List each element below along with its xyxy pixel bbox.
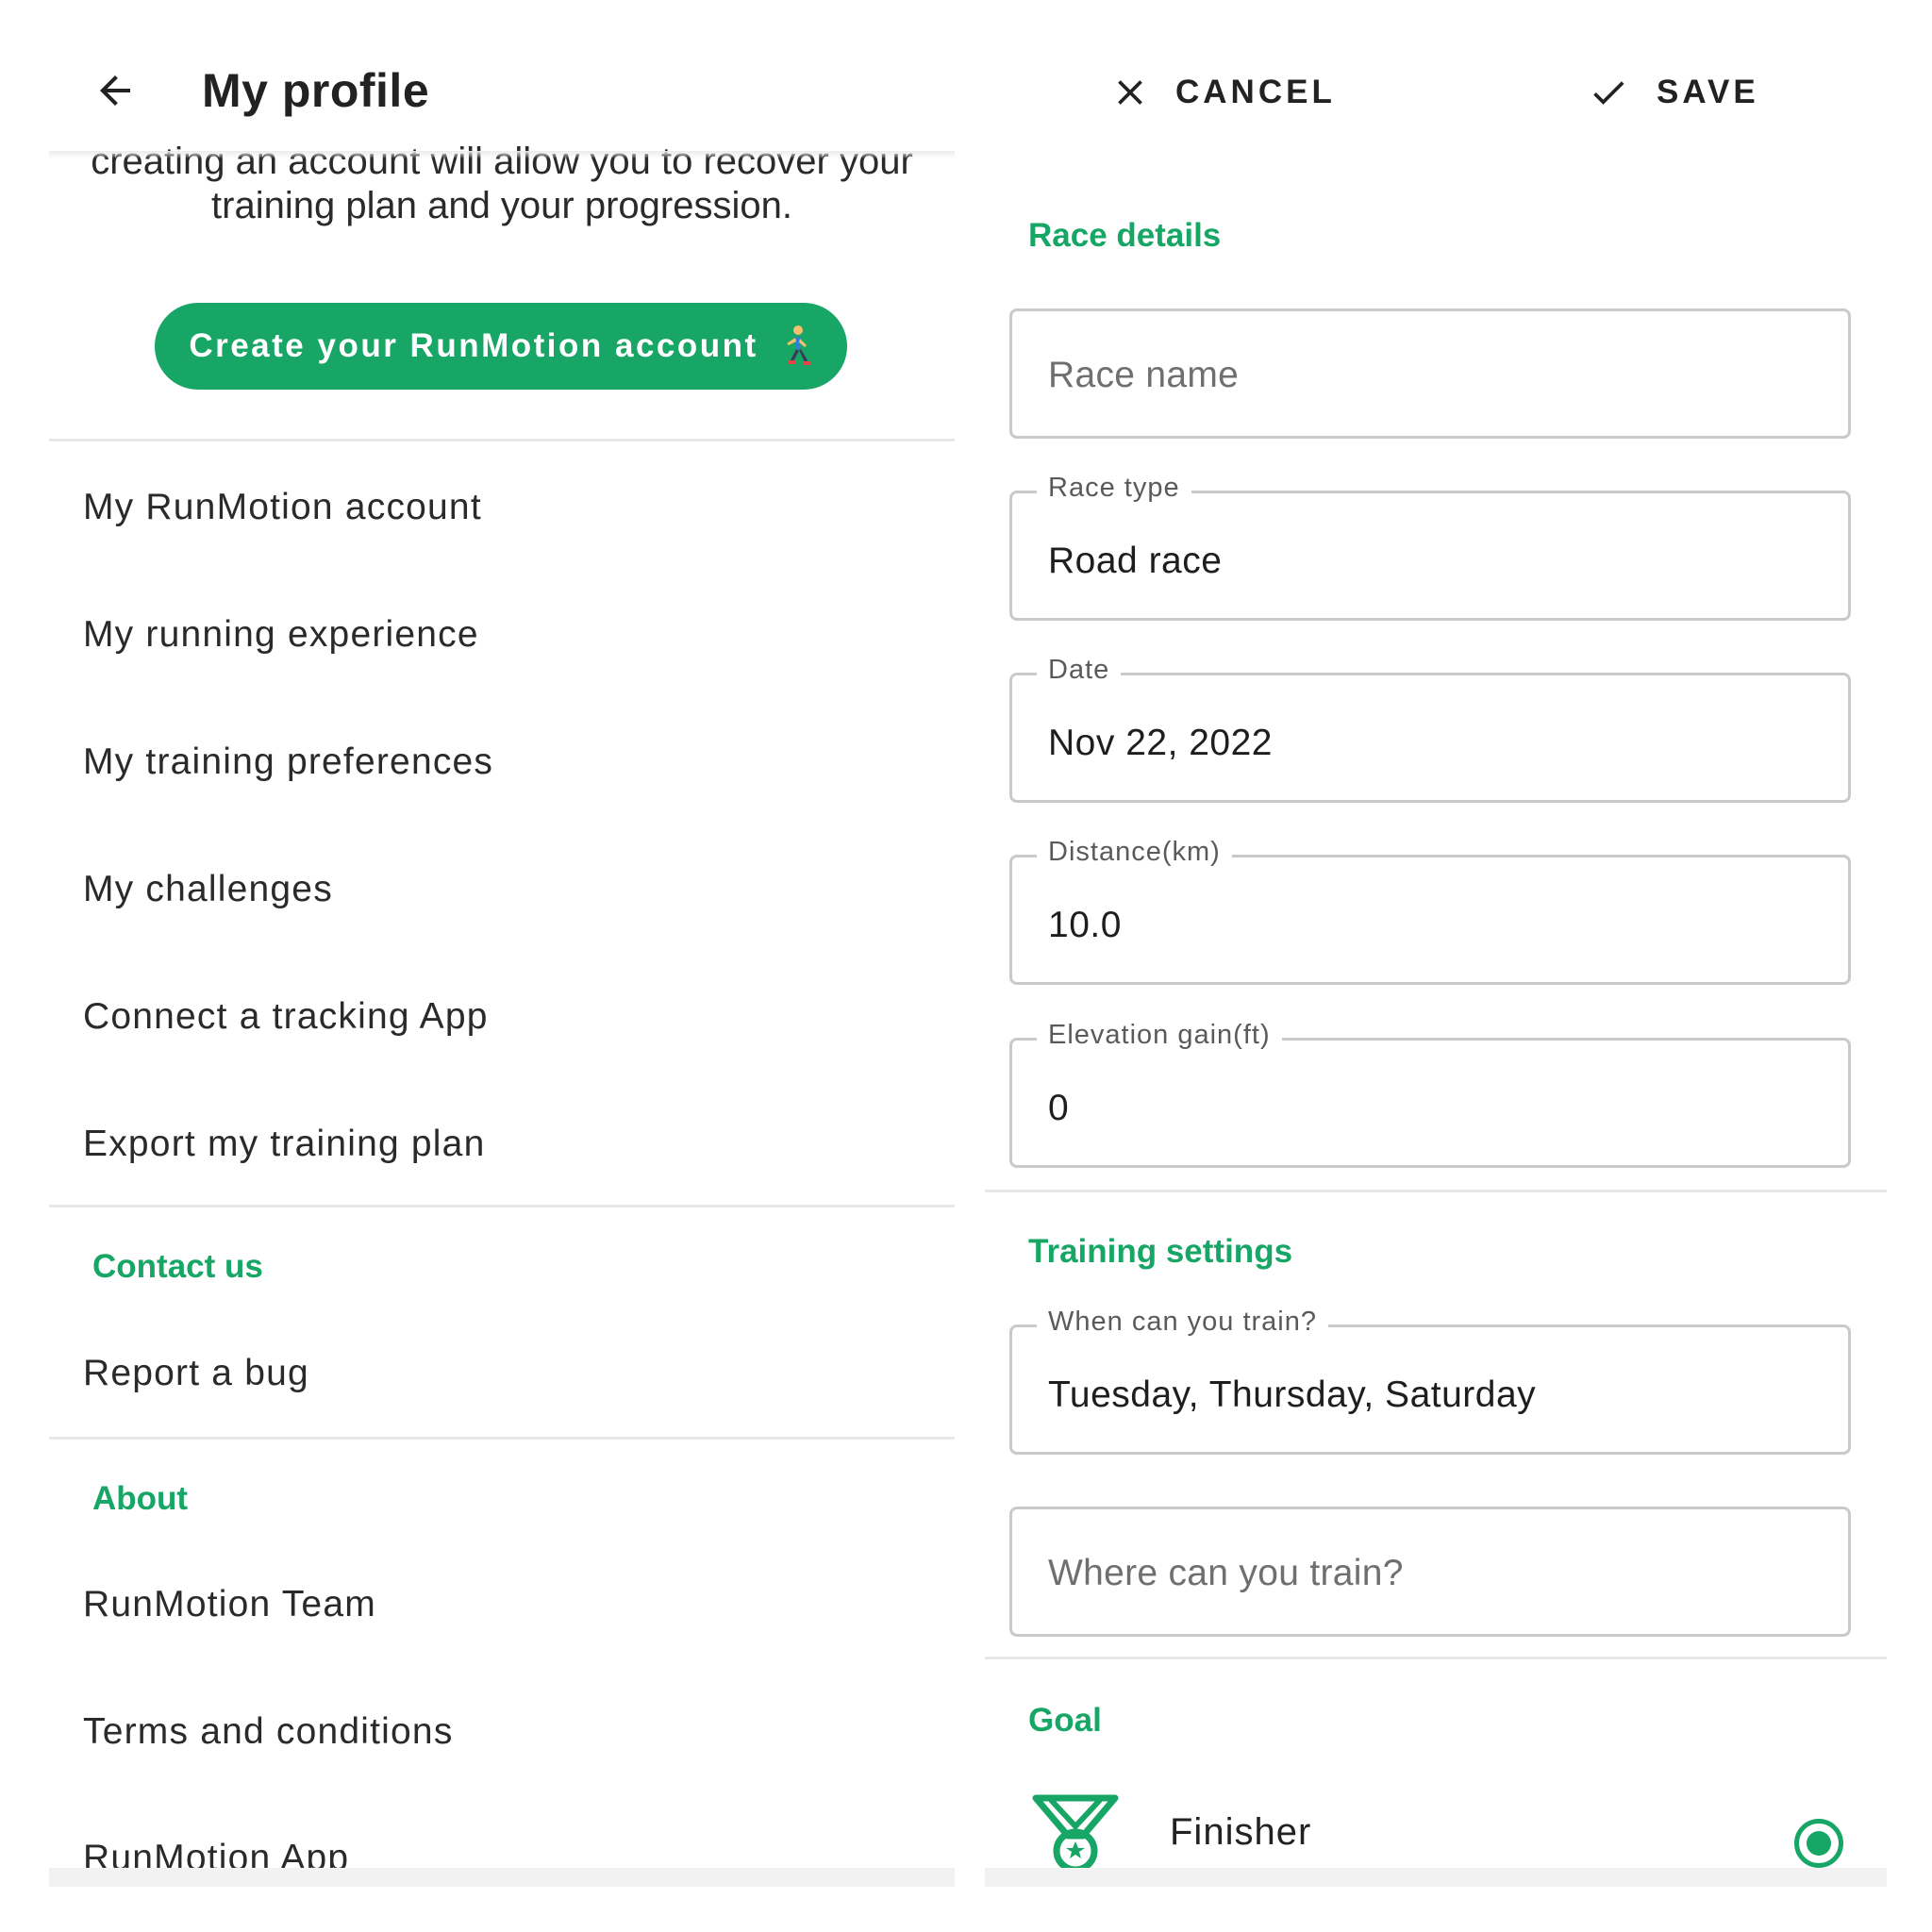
divider [49,1437,955,1440]
goal-heading: Goal [1028,1702,1102,1739]
menu-item-runmotion-account[interactable]: My RunMotion account [83,462,932,553]
elevation-gain-value: 0 [1048,1088,1070,1128]
race-name-placeholder: Race name [1048,355,1240,395]
when-train-field[interactable]: When can you train? Tuesday, Thursday, S… [1009,1307,1851,1455]
menu-item-challenges[interactable]: My challenges [83,844,932,935]
divider [49,1205,955,1208]
save-button[interactable]: SAVE [1585,57,1759,128]
menu-item-terms-conditions[interactable]: Terms and conditions [83,1687,932,1777]
date-field[interactable]: Date Nov 22, 2022 [1009,655,1851,803]
create-account-button[interactable]: Create your RunMotion account [155,303,847,390]
check-icon [1593,81,1624,105]
race-form-screen: CANCEL SAVE Race details Race name Race … [981,0,1932,1932]
goal-option-label: Finisher [1170,1811,1312,1853]
distance-value: 10.0 [1048,905,1122,945]
menu-item-training-preferences[interactable]: My training preferences [83,717,932,808]
page-title: My profile [202,64,430,117]
goal-radio-button[interactable] [1794,1819,1843,1868]
radio-selected-dot [1807,1831,1831,1856]
cancel-label: CANCEL [1175,74,1336,110]
menu-item-runmotion-app[interactable]: RunMotion App [83,1813,932,1904]
medal-icon [1032,1794,1119,1868]
where-train-placeholder: Where can you train? [1048,1553,1404,1593]
date-value: Nov 22, 2022 [1048,723,1274,763]
menu-item-runmotion-team[interactable]: RunMotion Team [83,1559,932,1650]
close-icon [1118,80,1142,105]
app-bar-shadow [49,151,955,158]
race-type-label: Race type [1037,473,1191,504]
about-heading: About [92,1480,189,1517]
where-train-field[interactable]: Where can you train? [1009,1507,1851,1637]
training-settings-heading: Training settings [1028,1233,1293,1270]
divider [985,1657,1887,1659]
divider [49,439,955,441]
bottom-nav-shadow [49,1868,955,1887]
elevation-gain-label: Elevation gain(ft) [1037,1020,1282,1051]
divider [985,1190,1887,1192]
create-account-label: Create your RunMotion account [189,327,758,364]
when-train-value: Tuesday, Thursday, Saturday [1048,1374,1537,1415]
profile-screen: creating an account will allow you to re… [0,0,981,1932]
race-name-field[interactable]: Race name [1009,308,1851,439]
profile-app-bar: My profile [49,49,955,132]
distance-label: Distance(km) [1037,837,1232,868]
menu-item-connect-tracking-app[interactable]: Connect a tracking App [83,972,932,1062]
back-button[interactable] [77,53,153,128]
contact-us-heading: Contact us [92,1248,263,1285]
menu-item-report-bug[interactable]: Report a bug [83,1328,932,1419]
distance-field[interactable]: Distance(km) 10.0 [1009,837,1851,985]
menu-item-export-training-plan[interactable]: Export my training plan [83,1099,932,1190]
cancel-button[interactable]: CANCEL [1109,57,1336,128]
menu-item-running-experience[interactable]: My running experience [83,590,932,680]
race-details-heading: Race details [1028,217,1222,254]
race-type-value: Road race [1048,541,1223,581]
race-type-field[interactable]: Race type Road race [1009,473,1851,621]
save-label: SAVE [1657,74,1759,110]
back-arrow-icon [100,75,130,106]
when-train-label: When can you train? [1037,1307,1328,1338]
runner-icon [786,325,811,365]
date-label: Date [1037,655,1122,686]
elevation-gain-field[interactable]: Elevation gain(ft) 0 [1009,1020,1851,1168]
bottom-nav-shadow [985,1868,1887,1887]
